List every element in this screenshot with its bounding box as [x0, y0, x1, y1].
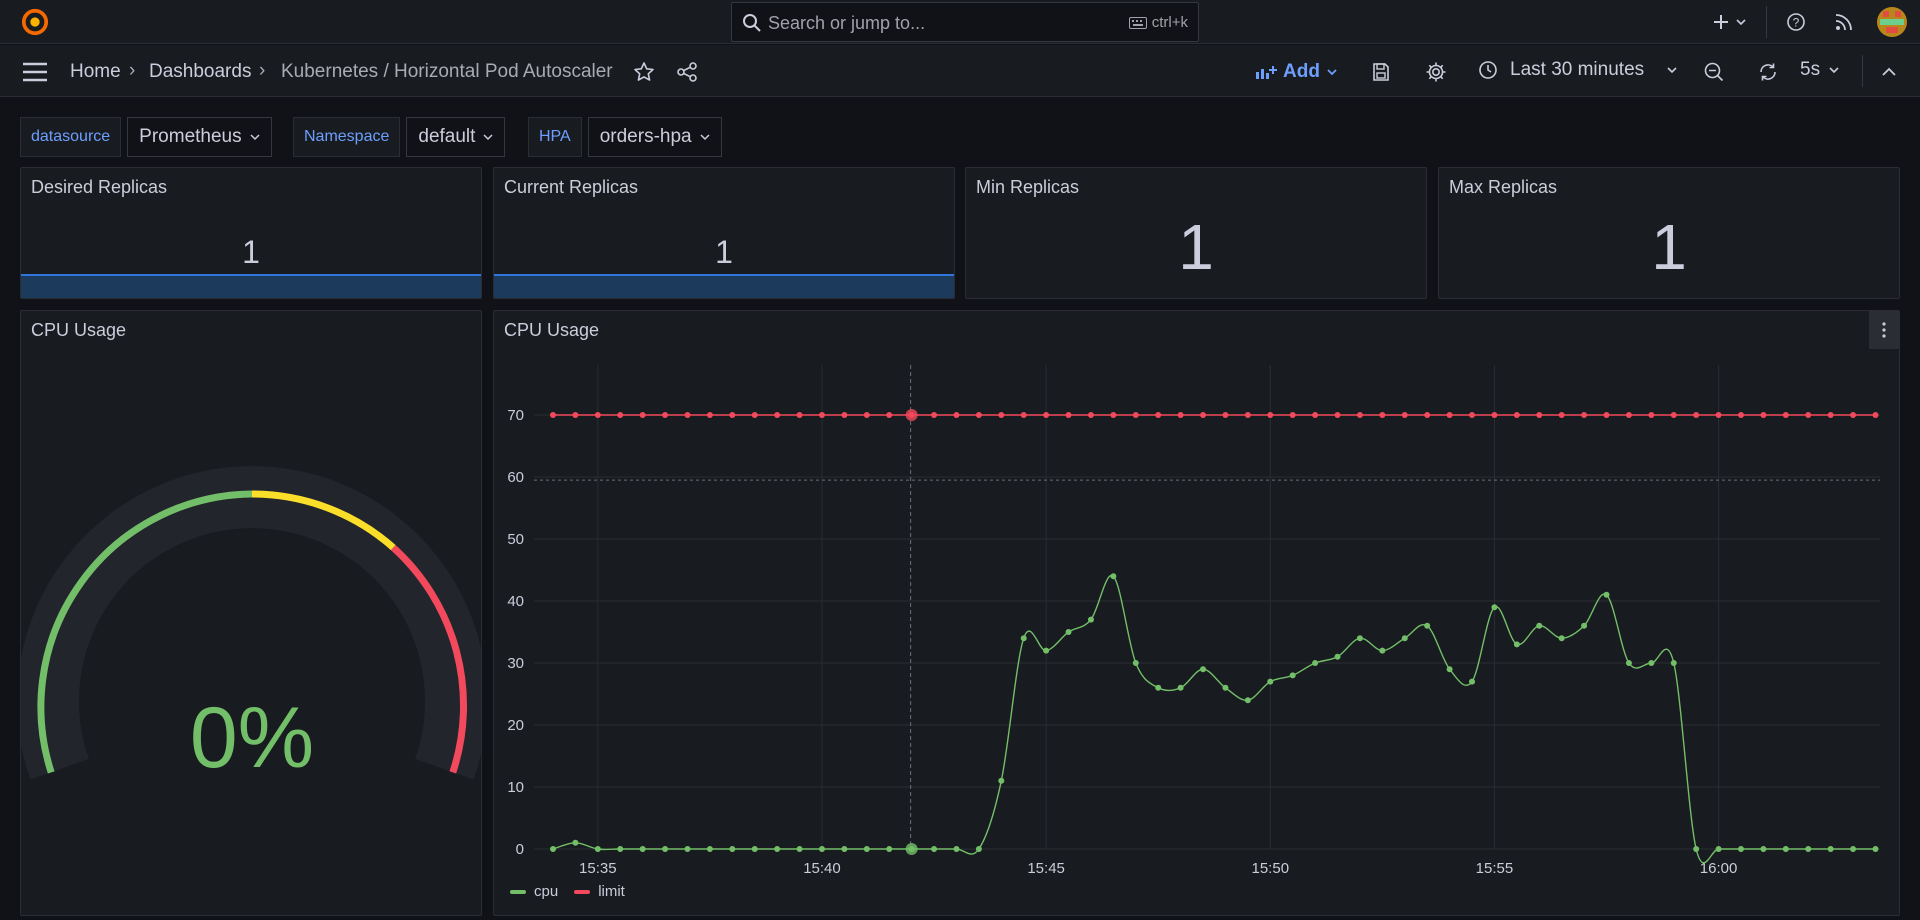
panel-menu-button[interactable]: [1869, 311, 1899, 349]
refresh-interval-picker[interactable]: 5s: [1800, 59, 1840, 81]
share-icon: [677, 62, 697, 82]
zoom-out-button[interactable]: [1702, 60, 1726, 84]
legend-swatch: [510, 889, 526, 894]
add-button[interactable]: Add: [1255, 60, 1338, 84]
stat-value: 1: [715, 234, 733, 270]
namespace-select[interactable]: default: [406, 117, 506, 157]
chevron-down-icon: [700, 133, 710, 140]
breadcrumb-current: Kubernetes / Horizontal Pod Autoscaler: [281, 61, 613, 82]
legend-swatch: [574, 889, 591, 894]
breadcrumb-home[interactable]: Home: [70, 61, 121, 83]
chevron-down-icon: [250, 133, 260, 140]
legend-label: cpu: [534, 883, 559, 900]
star-button[interactable]: [632, 60, 656, 84]
breadcrumb-separator: ›: [129, 60, 136, 81]
stat-value: 1: [1651, 211, 1687, 283]
variable-hpa: HPA orders-hpa: [528, 117, 722, 157]
hpa-select[interactable]: orders-hpa: [587, 117, 722, 157]
variable-value: Prometheus: [139, 126, 242, 147]
panel-title: CPU Usage: [504, 320, 600, 340]
legend-label: limit: [598, 883, 625, 900]
gauge-value: 0%: [190, 690, 314, 786]
time-range-label: Last 30 minutes: [1510, 59, 1645, 80]
help-icon: ?: [1787, 13, 1805, 31]
star-icon: [634, 62, 654, 81]
menu-icon[interactable]: [22, 62, 48, 82]
save-icon: [1373, 63, 1389, 81]
svg-text:?: ?: [1793, 16, 1800, 30]
keyboard-icon: [1128, 16, 1147, 29]
avatar-icon: [1877, 7, 1907, 37]
zoom-out-icon: [1704, 62, 1724, 82]
search-shortcut: ctrl+k: [1128, 14, 1188, 31]
chevron-down-icon: [1829, 67, 1839, 74]
cpu-usage-gauge-panel[interactable]: CPU Usage 0%: [20, 310, 482, 916]
gear-icon: [1426, 62, 1446, 82]
variable-label: HPA: [528, 117, 582, 157]
share-button[interactable]: [675, 60, 699, 84]
variable-value: default: [418, 126, 476, 147]
rss-icon: [1835, 14, 1852, 31]
search-box[interactable]: Search or jump to... ctrl+k: [731, 2, 1199, 42]
panel-title: Current Replicas: [504, 177, 639, 197]
chevron-down-icon: [1736, 19, 1746, 26]
refresh-icon: [1760, 63, 1776, 81]
variable-namespace: Namespace default: [293, 117, 506, 157]
search-placeholder: Search or jump to...: [768, 13, 926, 33]
desired-replicas-panel[interactable]: Desired Replicas 1: [20, 167, 482, 299]
min-replicas-panel[interactable]: Min Replicas 1: [965, 167, 1427, 299]
time-range-picker[interactable]: Last 30 minutes: [1478, 59, 1678, 81]
current-replicas-panel[interactable]: Current Replicas 1: [493, 167, 955, 299]
breadcrumb-dashboards[interactable]: Dashboards: [149, 61, 251, 83]
shortcut-text: ctrl+k: [1151, 14, 1188, 31]
panel-title: Max Replicas: [1449, 177, 1558, 197]
stat-value: 1: [242, 234, 260, 270]
sparkline: [21, 274, 481, 298]
news-button[interactable]: [1832, 10, 1856, 34]
chevron-down-icon: [483, 133, 493, 140]
legend-item-cpu[interactable]: cpu: [510, 883, 558, 900]
search-icon: [743, 14, 761, 32]
refresh-interval-label: 5s: [1800, 59, 1821, 80]
breadcrumb-separator: ›: [259, 60, 266, 81]
add-label: Add: [1283, 61, 1320, 82]
collapse-button[interactable]: [1877, 60, 1901, 84]
plus-icon: [1714, 15, 1728, 29]
user-avatar[interactable]: [1877, 7, 1907, 37]
chevron-down-icon: [1327, 69, 1337, 76]
legend-item-limit[interactable]: limit: [574, 883, 625, 900]
more-vertical-icon: [1882, 322, 1886, 338]
grafana-logo-icon[interactable]: [20, 8, 50, 36]
variable-value: orders-hpa: [599, 126, 692, 147]
clock-icon: [1479, 61, 1497, 79]
refresh-button[interactable]: [1756, 60, 1780, 84]
variable-label: datasource: [20, 117, 122, 157]
help-button[interactable]: ?: [1784, 10, 1808, 34]
max-replicas-panel[interactable]: Max Replicas 1: [1438, 167, 1900, 299]
cpu-usage-timeseries-panel[interactable]: CPU Usage: [493, 310, 1900, 916]
variable-label: Namespace: [293, 117, 401, 157]
variable-datasource: datasource Prometheus: [20, 117, 272, 157]
cpu-gauge: 0%: [21, 466, 481, 786]
chevron-down-icon: [1667, 67, 1677, 74]
datasource-select[interactable]: Prometheus: [127, 117, 272, 157]
panel-title: Desired Replicas: [31, 177, 168, 197]
chart-legend: cpu limit: [510, 883, 625, 900]
add-panel-icon: [1256, 66, 1277, 79]
top-bar: Search or jump to... ctrl+k ?: [0, 0, 1920, 44]
save-button[interactable]: [1369, 60, 1393, 84]
settings-button[interactable]: [1424, 60, 1448, 84]
new-plus-button[interactable]: [1710, 10, 1750, 34]
panel-title: Min Replicas: [976, 177, 1080, 197]
chevron-up-icon: [1882, 67, 1896, 76]
dashboard-nav-bar: Home › Dashboards › Kubernetes / Horizon…: [0, 45, 1920, 97]
stat-value: 1: [1178, 211, 1214, 283]
sparkline: [494, 274, 954, 298]
